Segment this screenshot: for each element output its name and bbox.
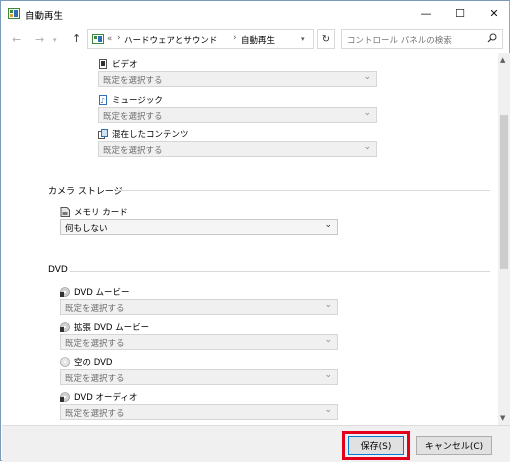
scroll-down-icon[interactable]: ▼ [500, 414, 505, 422]
chevron-down-icon: ⌄ [324, 300, 332, 310]
chevron-right-icon: › [117, 33, 121, 43]
section-divider [116, 190, 490, 191]
chevron-down-icon: ⌄ [324, 220, 332, 230]
cancel-button[interactable]: キャンセル(C) [416, 436, 492, 455]
chevron-down-icon: ⌄ [363, 72, 371, 82]
save-button-highlight [342, 431, 410, 460]
vertical-scrollbar[interactable]: ▲ ▼ [498, 53, 510, 425]
maximize-button[interactable]: ☐ [443, 1, 477, 25]
window-title: 自動再生 [25, 11, 64, 22]
control-panel-icon [8, 8, 20, 19]
autoplay-window: 自動再生 — ☐ ✕ ← → ▾ ↑ « › ハードウェアとサウンド › 自動再… [0, 0, 510, 462]
back-button[interactable]: ← [12, 33, 21, 46]
device-label-enhanced-dvd-movie: 拡張 DVD ムービー [60, 321, 149, 333]
chevron-down-icon: ⌄ [363, 108, 371, 118]
music-action-dropdown[interactable]: 既定を選択する ⌄ [98, 107, 377, 123]
dvd-movie-action-dropdown[interactable]: 既定を選択する ⌄ [60, 299, 338, 315]
device-label-memory-card: メモリ カード [60, 206, 128, 218]
title-bar: 自動再生 — ☐ ✕ [1, 1, 509, 27]
breadcrumb-overflow[interactable]: « [107, 34, 112, 44]
address-dropdown-icon[interactable]: ▾ [301, 35, 305, 43]
address-bar[interactable]: « › ハードウェアとサウンド › 自動再生 ▾ [87, 29, 314, 49]
dialog-footer: 保存(S) キャンセル(C) [2, 425, 510, 462]
enhanced-dvd-movie-action-dropdown[interactable]: 既定を選択する ⌄ [60, 334, 338, 350]
memory-card-action-dropdown[interactable]: 何もしない ⌄ [60, 219, 338, 235]
device-label-video: ビデオ [98, 58, 138, 70]
recent-locations-chevron-icon[interactable]: ▾ [53, 36, 57, 44]
chevron-down-icon: ⌄ [324, 335, 332, 345]
dvd-disc-icon [60, 392, 70, 402]
minimize-button[interactable]: — [409, 1, 443, 25]
chevron-down-icon: ⌄ [324, 370, 332, 380]
minimize-icon: — [420, 6, 432, 20]
scrollbar-thumb[interactable] [500, 115, 508, 269]
up-button[interactable]: ↑ [72, 32, 81, 45]
section-title-camera-storage: カメラ ストレージ [48, 187, 123, 197]
chevron-down-icon: ⌄ [324, 405, 332, 415]
chevron-down-icon: ⌄ [363, 142, 371, 152]
blank-disc-icon [60, 357, 70, 367]
music-file-icon: ♪ [99, 95, 107, 105]
maximize-icon: ☐ [455, 6, 465, 20]
refresh-icon: ↻ [321, 33, 331, 45]
close-button[interactable]: ✕ [477, 1, 511, 25]
chevron-right-icon: › [233, 33, 237, 43]
device-label-music: ♪ ミュージック [98, 94, 163, 106]
autoplay-settings-list: ビデオ 既定を選択する ⌄ ♪ ミュージック 既定を選択する ⌄ 混在したコンテ… [2, 53, 498, 425]
breadcrumb-autoplay[interactable]: 自動再生 [241, 34, 275, 46]
memory-card-icon [60, 207, 70, 217]
control-panel-icon [92, 34, 104, 44]
navigation-bar: ← → ▾ ↑ « › ハードウェアとサウンド › 自動再生 ▾ ↻ コントロー… [1, 28, 509, 52]
search-icon [487, 33, 497, 43]
mixed-content-action-dropdown[interactable]: 既定を選択する ⌄ [98, 141, 377, 157]
device-label-dvd-movie: DVD ムービー [60, 286, 129, 298]
section-divider [70, 271, 490, 272]
section-title-dvd: DVD [48, 265, 68, 275]
video-action-dropdown[interactable]: 既定を選択する ⌄ [98, 71, 377, 87]
device-label-mixed-content: 混在したコンテンツ [98, 128, 189, 140]
svg-text:♪: ♪ [101, 97, 105, 105]
close-icon: ✕ [489, 6, 499, 20]
dvd-disc-icon [60, 287, 70, 297]
dvd-disc-icon [60, 322, 70, 332]
video-file-icon [99, 59, 107, 69]
search-input[interactable]: コントロール パネルの検索 [341, 29, 503, 49]
forward-button[interactable]: → [35, 33, 44, 46]
device-label-blank-dvd: 空の DVD [60, 356, 112, 368]
mixed-content-icon [98, 129, 108, 139]
dvd-audio-action-dropdown[interactable]: 既定を選択する ⌄ [60, 404, 338, 420]
search-placeholder: コントロール パネルの検索 [347, 36, 452, 46]
device-label-dvd-audio: DVD オーディオ [60, 391, 137, 403]
breadcrumb-hardware-sound[interactable]: ハードウェアとサウンド [124, 34, 217, 46]
blank-dvd-action-dropdown[interactable]: 既定を選択する ⌄ [60, 369, 338, 385]
scroll-up-icon[interactable]: ▲ [500, 56, 505, 64]
refresh-button[interactable]: ↻ [317, 29, 335, 49]
